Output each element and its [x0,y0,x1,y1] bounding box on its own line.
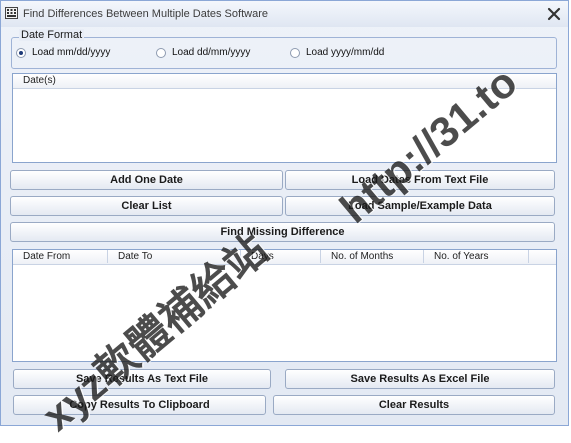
column-header-days[interactable]: Days [241,250,321,263]
dates-column-label: Date(s) [23,75,56,86]
radio-unselected-icon [290,47,300,58]
column-header-months[interactable]: No. of Months [321,250,424,263]
load-sample-data-button[interactable]: Load Sample/Example Data [285,196,555,216]
copy-results-clipboard-button[interactable]: Copy Results To Clipboard [13,395,266,415]
add-one-date-button[interactable]: Add One Date [10,170,283,190]
radio-label: Load dd/mm/yyyy [172,47,251,58]
radio-label: Load yyyy/mm/dd [306,47,385,58]
column-header-date-from[interactable]: Date From [13,250,108,263]
close-icon[interactable] [546,6,562,22]
date-format-legend: Date Format [19,29,85,41]
load-dates-from-text-file-button[interactable]: Load Dates From Text File [285,170,555,190]
clear-results-button[interactable]: Clear Results [273,395,555,415]
window-title: Find Differences Between Multiple Dates … [23,8,268,20]
find-difference-button[interactable]: Find Missing Difference [10,222,555,242]
radio-unselected-icon [156,47,166,58]
radio-mm-dd-yyyy[interactable]: Load mm/dd/yyyy [16,47,110,61]
radio-selected-icon [16,47,26,58]
dates-list-header: Date(s) [13,74,556,89]
save-results-excel-file-button[interactable]: Save Results As Excel File [285,369,555,389]
save-results-text-file-button[interactable]: Save Results As Text File [13,369,271,389]
results-table[interactable]: Date From Date To Days No. of Months No.… [12,249,557,362]
dates-listbox[interactable]: Date(s) [12,73,557,163]
radio-dd-mm-yyyy[interactable]: Load dd/mm/yyyy [156,47,250,61]
radio-label: Load mm/dd/yyyy [32,47,111,58]
title-bar: Find Differences Between Multiple Dates … [1,1,568,27]
column-header-date-to[interactable]: Date To [108,250,241,263]
results-table-header: Date From Date To Days No. of Months No.… [13,250,556,265]
column-header-years[interactable]: No. of Years [424,250,529,263]
app-window: Find Differences Between Multiple Dates … [0,0,569,440]
clear-list-button[interactable]: Clear List [10,196,283,216]
app-keyboard-icon [5,7,18,19]
radio-yyyy-mm-dd[interactable]: Load yyyy/mm/dd [290,47,384,61]
